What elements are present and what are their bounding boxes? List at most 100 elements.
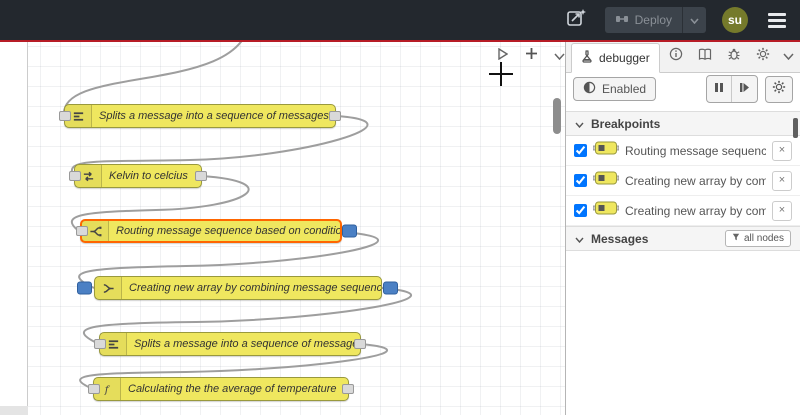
breakpoint-marker[interactable] bbox=[77, 281, 92, 295]
flow-node-split-2[interactable]: Splits a message into a sequence of mess… bbox=[94, 332, 366, 356]
node-output-port[interactable] bbox=[195, 171, 207, 181]
node-label: Calculating the the average of temperatu… bbox=[128, 383, 337, 395]
gear-icon bbox=[756, 47, 770, 66]
canvas-v-scrollbar-thumb[interactable] bbox=[553, 98, 561, 134]
deploy-options-button[interactable] bbox=[683, 13, 706, 27]
node-input-port[interactable] bbox=[88, 384, 100, 394]
tab-debugger-label: debugger bbox=[599, 51, 650, 65]
canvas-v-scrollbar[interactable] bbox=[553, 56, 561, 406]
node-input-port[interactable] bbox=[59, 111, 71, 121]
right-sidebar: debugger Enabled Breakpoints Routing mes… bbox=[565, 42, 800, 415]
debugger-toolbar: Enabled bbox=[566, 73, 800, 105]
mini-node-icon bbox=[592, 200, 620, 221]
node-input-port[interactable] bbox=[94, 339, 106, 349]
play-button[interactable] bbox=[494, 47, 512, 65]
flow-node-join[interactable]: Creating new array by combining message … bbox=[77, 276, 398, 300]
sidebar-tabbar: debugger bbox=[566, 42, 800, 73]
flow-canvas[interactable]: Splits a message into a sequence of mess… bbox=[0, 42, 565, 415]
header-actions: Deploy su bbox=[563, 0, 790, 40]
tab-help[interactable] bbox=[692, 44, 718, 69]
user-avatar[interactable]: su bbox=[722, 7, 748, 33]
menu-icon bbox=[768, 12, 786, 16]
breakpoint-marker[interactable] bbox=[342, 224, 357, 238]
export-icon bbox=[565, 7, 587, 34]
play-icon bbox=[498, 47, 509, 65]
export-button[interactable] bbox=[563, 7, 589, 33]
debugger-step-controls bbox=[706, 75, 758, 103]
sidebar-tab-overflow-button[interactable] bbox=[783, 47, 794, 65]
messages-title: Messages bbox=[591, 231, 649, 246]
message-filter-button[interactable]: all nodes bbox=[724, 230, 791, 247]
h-scrollbar-corner bbox=[0, 406, 28, 415]
app-header: Deploy su bbox=[0, 0, 800, 40]
breakpoint-label: Creating new array by combini bbox=[625, 203, 766, 218]
sidebar-scrollbar-thumb[interactable] bbox=[793, 118, 798, 138]
tab-debugger[interactable]: debugger bbox=[571, 43, 660, 73]
node-label: Routing message sequence based on condit… bbox=[116, 225, 340, 237]
funnel-icon bbox=[732, 233, 740, 244]
breakpoint-checkbox[interactable] bbox=[574, 174, 587, 187]
svg-text:f: f bbox=[103, 385, 110, 396]
debugger-enabled-toggle[interactable]: Enabled bbox=[573, 77, 657, 101]
flow-node-kelvin[interactable]: Kelvin to celcius bbox=[69, 164, 207, 188]
breakpoint-label: Creating new array by combini bbox=[625, 173, 766, 188]
node-red-app: Deploy su Splits a message into a sequen… bbox=[0, 0, 800, 415]
debugger-settings-button[interactable] bbox=[765, 75, 793, 103]
tab-debug-messages[interactable] bbox=[721, 44, 747, 69]
mini-node-icon bbox=[592, 140, 620, 161]
remove-breakpoint-button[interactable]: × bbox=[772, 140, 792, 161]
flow-node-routing[interactable]: Routing message sequence based on condit… bbox=[76, 219, 357, 243]
remove-breakpoint-button[interactable]: × bbox=[772, 170, 792, 191]
breakpoint-row[interactable]: Creating new array by combini × bbox=[566, 196, 800, 226]
chevron-down-icon bbox=[575, 232, 584, 246]
tab-config-nodes[interactable] bbox=[750, 44, 776, 69]
step-button[interactable] bbox=[731, 76, 757, 102]
node-input-port[interactable] bbox=[76, 226, 88, 236]
breakpoint-row[interactable]: Creating new array by combini × bbox=[566, 166, 800, 196]
node-label: Splits a message into a sequence of mess… bbox=[99, 110, 332, 122]
chevron-down-icon bbox=[690, 13, 699, 27]
node-output-port[interactable] bbox=[354, 339, 366, 349]
avatar-initials: su bbox=[727, 13, 742, 27]
toggle-icon bbox=[583, 81, 596, 97]
flow-node-average[interactable]: f Calculating the the average of tempera… bbox=[88, 377, 354, 401]
flask-icon bbox=[581, 50, 593, 66]
breakpoints-title: Breakpoints bbox=[591, 116, 661, 131]
node-output-port[interactable] bbox=[342, 384, 354, 394]
breakpoints-section-header[interactable]: Breakpoints bbox=[566, 111, 800, 136]
main-menu-button[interactable] bbox=[764, 9, 790, 32]
breakpoint-checkbox[interactable] bbox=[574, 204, 587, 217]
add-icon bbox=[525, 47, 538, 65]
node-input-port[interactable] bbox=[69, 171, 81, 181]
breakpoint-checkbox[interactable] bbox=[574, 144, 587, 157]
step-icon bbox=[739, 80, 750, 98]
node-label: Kelvin to celcius bbox=[109, 170, 188, 182]
deploy-button[interactable]: Deploy bbox=[604, 7, 706, 33]
chevron-down-icon bbox=[783, 47, 794, 64]
gear-icon bbox=[772, 80, 786, 99]
node-label: Splits a message into a sequence of mess… bbox=[134, 338, 360, 350]
node-label: Creating new array by combining message … bbox=[129, 282, 381, 294]
bug-icon bbox=[727, 47, 741, 66]
node-output-port[interactable] bbox=[329, 111, 341, 121]
deploy-label: Deploy bbox=[634, 13, 672, 27]
pause-button[interactable] bbox=[707, 76, 731, 102]
palette-edge bbox=[0, 42, 28, 415]
tab-info[interactable] bbox=[663, 44, 689, 69]
info-icon bbox=[669, 47, 683, 66]
breakpoint-label: Routing message sequence ba bbox=[625, 143, 766, 158]
join-icon bbox=[95, 277, 122, 299]
enabled-label: Enabled bbox=[602, 82, 647, 96]
breakpoint-row[interactable]: Routing message sequence ba × bbox=[566, 136, 800, 166]
flow-node-split-1[interactable]: Splits a message into a sequence of mess… bbox=[59, 104, 341, 128]
deploy-button-main[interactable]: Deploy bbox=[605, 12, 682, 29]
deploy-icon bbox=[615, 12, 629, 29]
chevron-down-icon bbox=[575, 117, 584, 131]
book-icon bbox=[698, 48, 712, 66]
add-flow-button[interactable] bbox=[522, 47, 540, 65]
mini-node-icon bbox=[592, 170, 620, 191]
pause-icon bbox=[714, 80, 724, 98]
messages-section-header[interactable]: Messages all nodes bbox=[566, 226, 800, 251]
breakpoint-marker[interactable] bbox=[383, 281, 398, 295]
remove-breakpoint-button[interactable]: × bbox=[772, 200, 792, 221]
